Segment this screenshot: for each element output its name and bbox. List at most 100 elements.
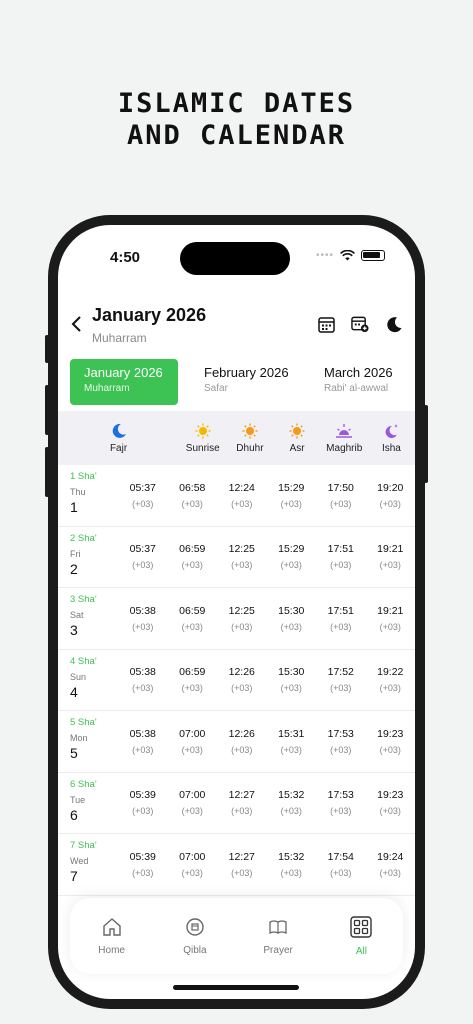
timezone-offset: (+03) bbox=[132, 498, 154, 509]
nav-all[interactable]: All bbox=[320, 898, 403, 974]
power-button bbox=[424, 405, 428, 483]
timezone-offset: (+03) bbox=[231, 744, 253, 755]
table-row[interactable]: 4 Sha' Sun 4 05:38 (+03) 06:59 (+03) 12:26 (+03)… bbox=[58, 650, 416, 711]
dark-mode-button[interactable] bbox=[385, 315, 403, 333]
timezone-offset: (+03) bbox=[280, 498, 302, 509]
nav-qibla[interactable]: Qibla bbox=[153, 898, 236, 974]
month-tab-january[interactable]: January 2026 Muharram bbox=[70, 359, 178, 405]
prayer-time: 07:00 bbox=[179, 727, 206, 740]
day-number: 2 bbox=[70, 560, 78, 577]
grid-icon bbox=[350, 915, 373, 938]
table-row[interactable]: 5 Sha' Mon 5 05:38 (+03) 07:00 (+03) 12:26 (+03)… bbox=[58, 711, 415, 773]
table-row[interactable]: 1 Sha' Thu 1 05:37 (+03) 06:58 (+03) 12:24 (+03)… bbox=[58, 465, 415, 527]
row-date: 3 Sha' Sat 3 bbox=[58, 588, 118, 649]
prayer-label: Isha bbox=[381, 442, 401, 454]
prayer-time: 12:27 bbox=[228, 789, 255, 802]
time-cell: 15:31 (+03) bbox=[267, 711, 317, 772]
dynamic-island bbox=[180, 242, 290, 275]
prayer-time: 05:38 bbox=[129, 727, 156, 740]
month-tab-label: January 2026 bbox=[84, 365, 163, 380]
timezone-offset: (+03) bbox=[330, 867, 352, 878]
table-row[interactable]: 3 Sha' Sat 3 05:38 (+03) 06:59 (+03) 12:25 (+03)… bbox=[58, 588, 415, 650]
prayer-time: 15:30 bbox=[278, 666, 305, 679]
phone-frame: 4:50 •••• January 2026 Muharram January … bbox=[45, 215, 428, 1009]
prayer-time: 06:59 bbox=[179, 666, 206, 679]
time-cell: 12:26 (+03) bbox=[217, 650, 267, 711]
time-cell: 05:39 (+03) bbox=[118, 773, 168, 834]
timezone-offset: (+03) bbox=[379, 498, 401, 509]
timezone-offset: (+03) bbox=[379, 621, 401, 632]
time-cell: 17:51 (+03) bbox=[316, 527, 366, 588]
timezone-offset: (+03) bbox=[181, 806, 203, 817]
prayer-time: 12:25 bbox=[228, 543, 255, 556]
moon-icon bbox=[386, 316, 401, 332]
prayer-asr: Asr bbox=[274, 411, 321, 465]
timezone-offset: (+03) bbox=[280, 683, 302, 694]
battery-icon bbox=[361, 250, 385, 261]
prayer-time: 19:22 bbox=[377, 666, 404, 679]
prayer-time: 12:26 bbox=[228, 727, 255, 740]
timezone-offset: (+03) bbox=[280, 621, 302, 632]
weekday: Sun bbox=[70, 671, 87, 682]
add-event-button[interactable] bbox=[351, 315, 369, 333]
time-cell: 15:30 (+03) bbox=[267, 588, 317, 649]
status-icons: •••• bbox=[316, 250, 385, 261]
weekday: Mon bbox=[70, 733, 88, 743]
table-row[interactable]: 2 Sha' Fri 2 05:37 (+03) 06:59 (+03) 12:25 (+03)… bbox=[58, 527, 416, 588]
volume-down-button bbox=[45, 447, 49, 497]
hijri-date: 5 Sha' bbox=[70, 717, 97, 728]
time-cell: 19:21 (+03) bbox=[366, 527, 416, 588]
day-number: 6 bbox=[70, 806, 78, 823]
nav-prayer[interactable]: Prayer bbox=[237, 898, 320, 974]
month-tab-march[interactable]: March 2026 Rabi' al-awwal bbox=[310, 359, 415, 405]
back-button[interactable] bbox=[70, 313, 82, 339]
time-cell: 15:29 (+03) bbox=[267, 527, 317, 588]
prayer-label: Maghrib bbox=[326, 442, 363, 454]
sunset-icon bbox=[336, 423, 353, 438]
timezone-offset: (+03) bbox=[330, 498, 352, 509]
weekday: Thu bbox=[70, 487, 86, 497]
calendar-button[interactable] bbox=[317, 315, 335, 333]
home-icon bbox=[102, 917, 121, 936]
prayer-time: 19:20 bbox=[377, 481, 404, 494]
hijri-date: 7 Sha' bbox=[70, 840, 97, 851]
prayer-time: 15:29 bbox=[278, 543, 305, 556]
day-number: 3 bbox=[70, 622, 78, 638]
time-cell: 07:00 (+03) bbox=[168, 711, 218, 772]
time-cell: 12:27 (+03) bbox=[217, 773, 267, 834]
timezone-offset: (+03) bbox=[231, 621, 253, 632]
timezone-offset: (+03) bbox=[280, 867, 302, 878]
prayer-time: 05:37 bbox=[129, 481, 156, 494]
calendar-add-icon bbox=[351, 316, 369, 333]
prayer-dhuhr: Dhuhr bbox=[226, 411, 273, 465]
month-tab-hijri: Rabi' al-awwal bbox=[324, 383, 389, 394]
sun-icon bbox=[289, 423, 305, 438]
nav-home[interactable]: Home bbox=[70, 898, 153, 974]
calendar-icon bbox=[317, 316, 335, 333]
time-cell: 19:22 (+03) bbox=[366, 650, 416, 711]
volume-up-button bbox=[45, 385, 49, 435]
time-cell: 05:38 (+03) bbox=[118, 588, 168, 649]
prayer-time: 19:23 bbox=[377, 727, 404, 740]
prayer-time: 15:32 bbox=[278, 850, 305, 863]
month-tab-hijri: Muharram bbox=[84, 383, 130, 394]
prayer-time: 07:00 bbox=[179, 850, 206, 863]
prayer-time: 06:59 bbox=[179, 543, 206, 556]
time-cell: 07:00 (+03) bbox=[168, 773, 218, 834]
time-cell: 12:24 (+03) bbox=[217, 465, 267, 526]
time-cell: 17:54 (+03) bbox=[316, 834, 366, 895]
month-tab-february[interactable]: February 2026 Safar bbox=[190, 359, 298, 405]
prayer-time: 17:53 bbox=[327, 789, 354, 802]
timezone-offset: (+03) bbox=[132, 744, 154, 755]
prayer-time: 15:31 bbox=[278, 727, 305, 740]
header-actions bbox=[317, 315, 403, 333]
timezone-offset: (+03) bbox=[379, 744, 401, 755]
prayer-label: Asr bbox=[289, 442, 305, 454]
table-row[interactable]: 7 Sha' Wed 7 05:39 (+03) 07:00 (+03) 12:27 (+03)… bbox=[58, 834, 415, 896]
prayer-times-list: 1 Sha' Thu 1 05:37 (+03) 06:58 (+03) 12:24 (+03)… bbox=[58, 465, 415, 896]
prayer-time: 19:23 bbox=[377, 789, 404, 802]
prayer-time: 12:27 bbox=[228, 850, 255, 863]
time-cell: 12:25 (+03) bbox=[217, 588, 267, 649]
table-row[interactable]: 6 Sha' Tue 6 05:39 (+03) 07:00 (+03) 12:27 (+03)… bbox=[58, 773, 415, 834]
weekday: Tue bbox=[70, 794, 86, 805]
